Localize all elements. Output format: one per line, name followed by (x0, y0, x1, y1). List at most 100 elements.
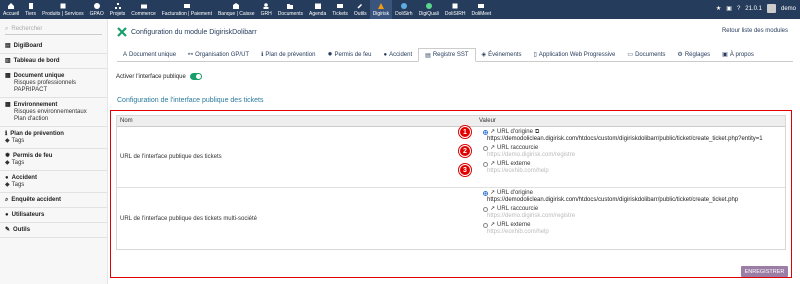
row-label: URL de l'interface publique des tickets (120, 154, 222, 160)
option-short-url[interactable]: ↗ URL raccourcie (483, 145, 785, 152)
external-url-input[interactable]: https://eoxhib.com/help (483, 229, 785, 238)
section-title: Configuration de l'interface publique de… (117, 97, 264, 104)
tab-events[interactable]: ◈ Événements (476, 48, 528, 61)
radio-origin[interactable] (483, 191, 488, 196)
menu-dolisirh[interactable]: DoliSirh (392, 0, 416, 19)
column-name: Nom (120, 118, 133, 124)
tab-document-unique[interactable]: A Document unique (117, 48, 182, 61)
search-input[interactable]: Rechercher (11, 26, 42, 32)
radio-external[interactable] (483, 162, 488, 167)
sidebar-item-fire-permit[interactable]: ✹ Permis de feu (5, 152, 102, 160)
option-origin-url[interactable]: ↗ URL d'origine (483, 190, 785, 197)
sidebar-item-dashboard[interactable]: ▥ Tableau de bord (5, 57, 102, 65)
external-link-icon: ↗ (490, 222, 496, 228)
tab-accident[interactable]: ● Accident (378, 48, 419, 61)
public-interface-toggle[interactable] (189, 73, 202, 80)
tab-organisation[interactable]: ⚯ Organisation GP/UT (182, 48, 255, 61)
sidebar-item-action-plan[interactable]: Plan d'action (5, 116, 102, 123)
user-name[interactable]: demo (781, 6, 796, 12)
search-icon: ⌕ (5, 197, 9, 203)
menu-products[interactable]: Produits | Services (39, 0, 87, 19)
sidebar-item-digiboard[interactable]: ▤ DigiBoard (5, 42, 102, 50)
star-icon[interactable]: ★ (716, 5, 721, 12)
external-link-icon: ↗ (490, 145, 496, 151)
mobile-icon: ▯ (533, 52, 537, 58)
menu-commerce[interactable]: Commerce (128, 0, 158, 19)
menu-documents[interactable]: Documents (275, 0, 306, 19)
radio-short[interactable] (483, 207, 488, 212)
menu-grh[interactable]: GRH (258, 0, 275, 19)
sidebar-group-investigation: ⌕ Enquête accident (0, 193, 107, 208)
menu-digirisk[interactable]: Digirisk (369, 0, 393, 19)
print-icon[interactable]: ▣ (726, 5, 732, 12)
menu-digiquali[interactable]: DigiQuali (416, 0, 442, 19)
sidebar-group-digiboard: ▤ DigiBoard (0, 39, 107, 54)
menu-tickets[interactable]: Tickets (329, 0, 351, 19)
tab-prevention-plan[interactable]: ℹ Plan de prévention (255, 48, 321, 61)
tab-fire-permit[interactable]: ✹ Permis de feu (321, 48, 377, 61)
sidebar-group-dashboard: ▥ Tableau de bord (0, 54, 107, 69)
option-external-url[interactable]: ↗ URL externe (483, 222, 785, 229)
short-url-input[interactable]: https://demo.digirisk.com/registre (483, 152, 785, 161)
briefcase-icon (140, 4, 147, 9)
tab-documents[interactable]: ▭ Documents (621, 48, 671, 61)
option-external-url[interactable]: ↗ URL externe (483, 161, 785, 168)
external-link-icon: ↗ (490, 190, 496, 196)
external-url-input[interactable]: https://eoxhib.com/help (483, 168, 785, 177)
sidebar-item-tags[interactable]: ◆ Tags (5, 182, 102, 189)
save-button[interactable]: ENREGISTRER (741, 266, 788, 277)
radio-external[interactable] (483, 223, 488, 228)
menu-tiers[interactable]: Tiers (22, 0, 39, 19)
option-short-url[interactable]: ↗ URL raccourcie (483, 206, 785, 213)
menu-tools[interactable]: Outils (351, 0, 370, 19)
sidebar-item-users[interactable]: ● Utilisateurs (5, 211, 102, 219)
ticket-url-table: Nom Valeur URL de l'interface publique d… (116, 115, 786, 250)
document-icon: ▦ (5, 73, 11, 79)
sidebar-item-papripact[interactable]: PAPRIPACT (5, 87, 102, 94)
back-to-modules-link[interactable]: Retour liste des modules (722, 28, 788, 34)
menu-projects[interactable]: Projets (107, 0, 129, 19)
home-icon (8, 3, 15, 9)
menu-home[interactable]: Accueil (0, 0, 22, 19)
row-value: 1 2 3 ↗ URL d'origine ⧉ https://demodolicl… (459, 126, 785, 187)
radio-origin[interactable] (483, 130, 488, 135)
menu-agenda[interactable]: Agenda (306, 0, 329, 19)
sidebar-item-tags[interactable]: ◆ Tags (5, 138, 102, 145)
help-icon[interactable]: ? (737, 6, 740, 12)
menu-gpao[interactable]: GPAO (87, 0, 107, 19)
row-label: URL de l'interface publique des tickets … (120, 215, 257, 222)
menu-bank[interactable]: Banque | Caisse (215, 0, 258, 19)
radio-short[interactable] (483, 146, 488, 151)
sidebar-item-tags[interactable]: ◆ Tags (5, 160, 102, 167)
tab-registre-sst[interactable]: ▤ Registre SST (418, 48, 476, 62)
origin-url-value: https://demodoliclean.digirisk.com/htdoc… (487, 197, 739, 203)
digirisk-icon (377, 3, 384, 9)
register-icon: ▤ (425, 52, 431, 59)
copy-icon[interactable]: ⧉ (535, 129, 539, 136)
user-icon: ● (5, 175, 9, 181)
tab-settings[interactable]: ⚙ Réglages (671, 48, 716, 61)
menu-dolisirh-2[interactable]: DoliSIRH (442, 0, 469, 19)
avatar[interactable] (766, 4, 776, 13)
sidebar-item-environment[interactable]: ▦ Environnement (5, 101, 102, 109)
short-url-input[interactable]: https://demo.digirisk.com/registre (483, 213, 785, 222)
search-box[interactable]: ⌕ Rechercher (5, 24, 102, 35)
sidebar-item-tools[interactable]: ✎ Outils (5, 226, 102, 234)
sidebar-item-professional-risks[interactable]: Risques professionnels (5, 80, 102, 87)
sidebar-group-fire-permit: ✹ Permis de feu ◆ Tags (0, 149, 107, 171)
option-origin-url[interactable]: ↗ URL d'origine ⧉ (483, 129, 785, 136)
sidebar-item-env-risks[interactable]: Risques environnementaux (5, 109, 102, 116)
sidebar-item-prevention-plan[interactable]: ℹ Plan de prévention (5, 130, 102, 138)
external-link-icon: ↗ (490, 161, 496, 167)
cog-icon (93, 3, 100, 9)
menu-dolimeet[interactable]: DoliMeet (468, 0, 494, 19)
tab-pwa[interactable]: ▯ Application Web Progressive (527, 48, 621, 61)
tab-bar: A Document unique ⚯ Organisation GP/UT ℹ Pl… (117, 48, 793, 62)
wrench-icon (357, 3, 363, 9)
sidebar-item-investigation[interactable]: ⌕ Enquête accident (5, 196, 102, 204)
sidebar-item-accident[interactable]: ● Accident (5, 174, 102, 182)
menu-billing[interactable]: Facturation | Paiement (159, 0, 215, 19)
left-sidebar: ⌕ Rechercher ▤ DigiBoard ▥ Tableau de bord… (0, 19, 108, 284)
tab-about[interactable]: ▣ À propos (716, 48, 760, 61)
sidebar-item-document-unique[interactable]: ▦ Document unique (5, 72, 102, 80)
